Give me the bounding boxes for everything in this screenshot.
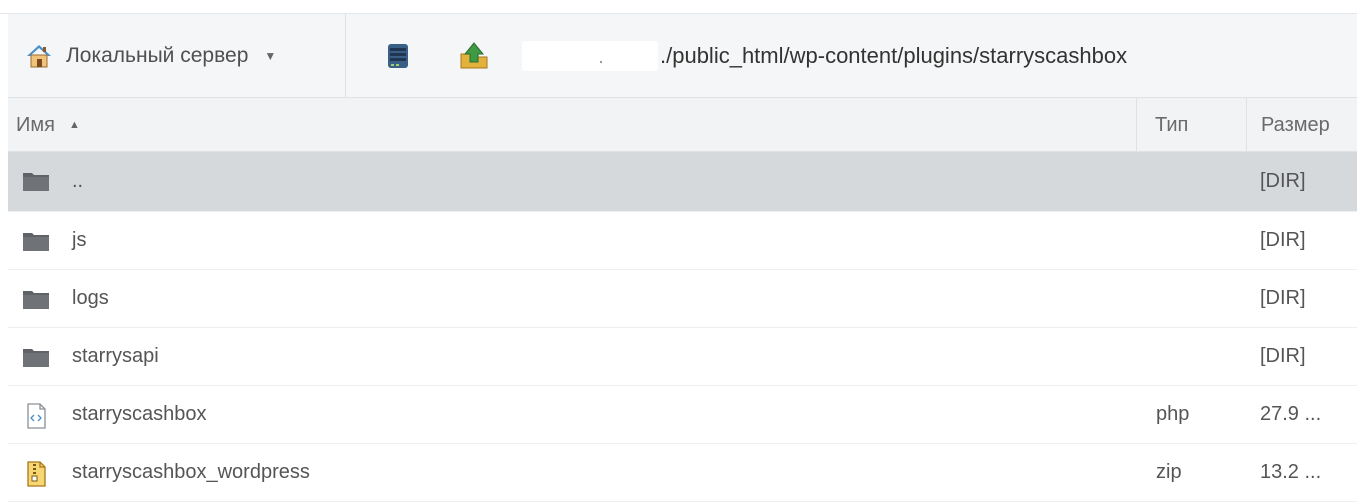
server-select-label: Локальный сервер	[66, 44, 249, 67]
path-redacted-segment	[522, 41, 658, 71]
drive-button[interactable]	[382, 40, 414, 72]
code-file-icon	[27, 403, 46, 429]
file-size: [DIR]	[1260, 287, 1306, 309]
upload-folder-icon	[460, 42, 488, 69]
column-header-name-label: Имя	[16, 113, 55, 136]
file-name: starrysapi	[72, 345, 159, 367]
file-name: ..	[72, 170, 84, 192]
file-name: logs	[72, 287, 109, 309]
top-band	[0, 0, 1357, 14]
file-name: starryscashbox_wordpress	[72, 461, 310, 483]
path-text: ./public_html/wp-content/plugins/starrys…	[660, 43, 1128, 68]
folder-icon	[23, 291, 49, 309]
file-row[interactable]: .. [DIR]	[8, 152, 1357, 212]
column-header-type[interactable]: Тип	[1136, 98, 1246, 152]
folder-icon	[23, 349, 49, 367]
file-row[interactable]: js [DIR]	[8, 212, 1357, 270]
house-icon	[27, 45, 51, 68]
column-header-name[interactable]: Имя ▲	[8, 98, 1135, 152]
file-size: [DIR]	[1260, 170, 1306, 192]
file-size: [DIR]	[1260, 229, 1306, 251]
file-name: js	[72, 229, 87, 251]
file-size: [DIR]	[1260, 345, 1306, 367]
file-type: zip	[1156, 461, 1182, 483]
file-type: php	[1156, 403, 1190, 425]
server-select[interactable]: Локальный сервер ▼	[8, 14, 346, 98]
column-header-size[interactable]: Размер	[1246, 98, 1357, 152]
file-list-header: Имя ▲ Тип Размер	[8, 98, 1357, 152]
file-name: starryscashbox	[72, 403, 207, 425]
file-list: .. [DIR] js [DIR] logs [DIR] starrysapi …	[8, 152, 1357, 502]
path-box[interactable]: ./public_html/wp-content/plugins/starrys…	[522, 34, 1127, 78]
sort-ascending-icon: ▲	[68, 119, 80, 131]
drive-icon	[388, 44, 408, 68]
caret-down-icon: ▼	[264, 49, 277, 63]
file-row[interactable]: starryscashbox php 27.9 ...	[8, 386, 1357, 444]
file-size: 27.9 ...	[1260, 403, 1322, 425]
file-row[interactable]: starrysapi [DIR]	[8, 328, 1357, 386]
folder-icon	[23, 233, 49, 251]
file-row[interactable]: logs [DIR]	[8, 270, 1357, 328]
zip-file-icon	[27, 461, 46, 487]
file-size: 13.2 ...	[1260, 461, 1322, 483]
column-header-type-label: Тип	[1155, 113, 1189, 136]
upload-folder-button[interactable]	[458, 40, 490, 72]
column-header-size-label: Размер	[1261, 113, 1330, 136]
toolbar: Локальный сервер ▼ ./public_html/wp-cont…	[8, 14, 1357, 98]
folder-icon	[23, 173, 49, 191]
file-row[interactable]: starryscashbox_wordpress zip 13.2 ...	[8, 444, 1357, 502]
